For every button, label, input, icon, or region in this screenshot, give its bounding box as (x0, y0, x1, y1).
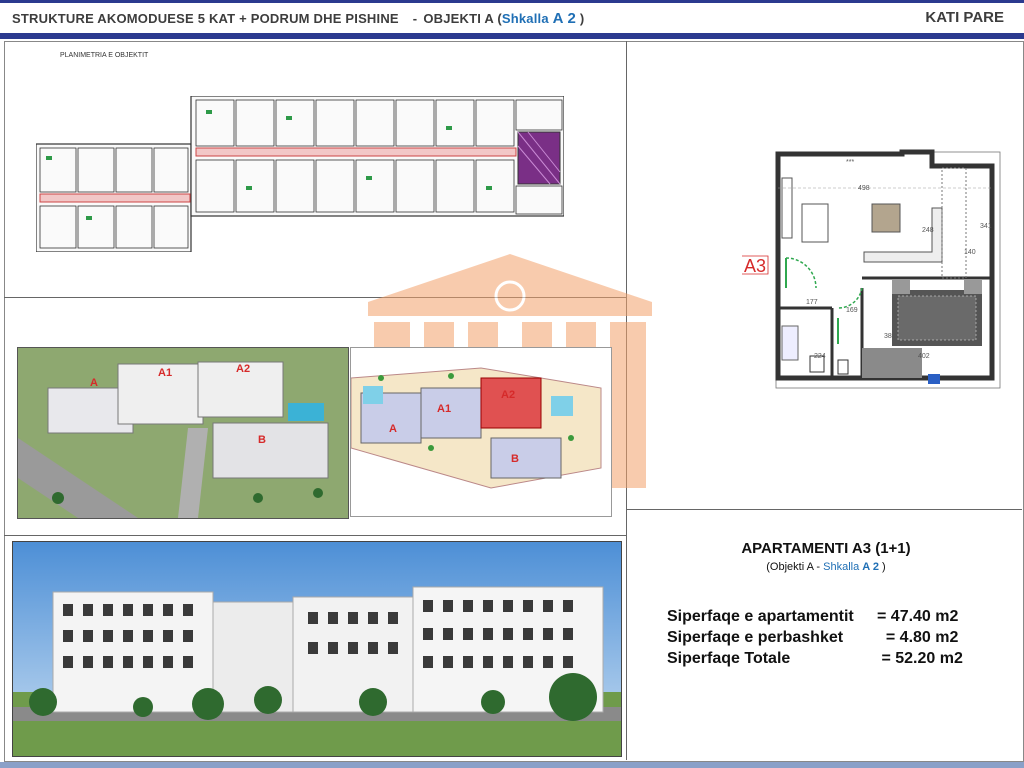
title-stair-word: Shkalla (501, 11, 549, 26)
title-main: STRUKTURE AKOMODUESE 5 KAT + PODRUM DHE … (12, 11, 399, 26)
document-title: STRUKTURE AKOMODUESE 5 KAT + PODRUM DHE … (12, 10, 584, 27)
area-row: Siperfaqe Totale = 52.20 m2 (667, 648, 987, 669)
area-row: Siperfaqe e apartamentit = 47.40 m2 (667, 606, 987, 627)
site-label-a: A (389, 423, 397, 435)
subtitle-stair-word: Shkalla (823, 561, 860, 573)
apartment-subtitle: (Objekti A - Shkalla A 2 ) (630, 561, 1022, 573)
aerial-label-a: A (90, 377, 98, 389)
apartment-title: APARTAMENTI A3 (1+1) (741, 540, 911, 557)
dim-341: 341 (980, 223, 992, 230)
dim-380: 380 (884, 333, 896, 340)
dim-248: 248 (922, 227, 934, 234)
floor-label: KATI PARE (925, 9, 1004, 26)
aerial-label-a1: A1 (158, 367, 172, 379)
title-close: ) (579, 11, 585, 26)
title-object: OBJEKTI A ( (423, 11, 502, 26)
dim-stars: *** (846, 159, 854, 166)
site-layout-plan: A A1 A2 B (350, 347, 612, 517)
dim-402: 402 (918, 353, 930, 360)
dim-498: 498 (858, 185, 870, 192)
area-value: = 4.80 m2 (877, 629, 959, 646)
area-label: Siperfaqe Totale (667, 650, 791, 667)
area-value: = 52.20 m2 (877, 650, 963, 667)
dim-177: 177 (806, 299, 818, 306)
title-stair-code: A 2 (552, 10, 576, 27)
dim-169: 169 (846, 307, 858, 314)
aerial-label-a2: A2 (236, 363, 250, 375)
area-label: Siperfaqe e perbashket (667, 629, 844, 646)
aerial-label-b: B (258, 434, 266, 446)
subtitle-close: ) (882, 561, 886, 573)
apartment-floor-plan: A3 *** 498 341 140 177 224 402 380 169 2… (742, 149, 1001, 389)
aerial-render: A A1 A2 B (17, 347, 349, 519)
site-label-a2: A2 (501, 389, 515, 401)
divider-right (626, 509, 1022, 510)
area-row: Siperfaqe e perbashket = 4.80 m2 (667, 627, 987, 648)
divider-row-2 (4, 535, 626, 536)
building-render-photo (12, 541, 622, 757)
subtitle-stair-code: A 2 (862, 561, 879, 573)
plan-label: PLANIMETRIA E OBJEKTIT (60, 52, 149, 59)
building-floor-plan (36, 96, 564, 252)
site-label-b: B (511, 453, 519, 465)
site-label-a1: A1 (437, 403, 451, 415)
area-value: = 47.40 m2 (877, 608, 959, 625)
area-table: Siperfaqe e apartamentit = 47.40 m2 Sipe… (667, 606, 987, 669)
bottom-rule (0, 762, 1024, 768)
apartment-tag: A3 (744, 256, 766, 276)
subtitle-object: (Objekti A - (766, 561, 821, 573)
apartment-info: APARTAMENTI A3 (1+1) (Objekti A - Shkall… (630, 540, 1022, 573)
dim-140: 140 (964, 249, 976, 256)
title-separator: - (412, 11, 418, 26)
dim-224: 224 (814, 353, 826, 360)
area-label: Siperfaqe e apartamentit (667, 608, 854, 625)
header: STRUKTURE AKOMODUESE 5 KAT + PODRUM DHE … (0, 3, 1024, 33)
header-band (0, 33, 1024, 39)
